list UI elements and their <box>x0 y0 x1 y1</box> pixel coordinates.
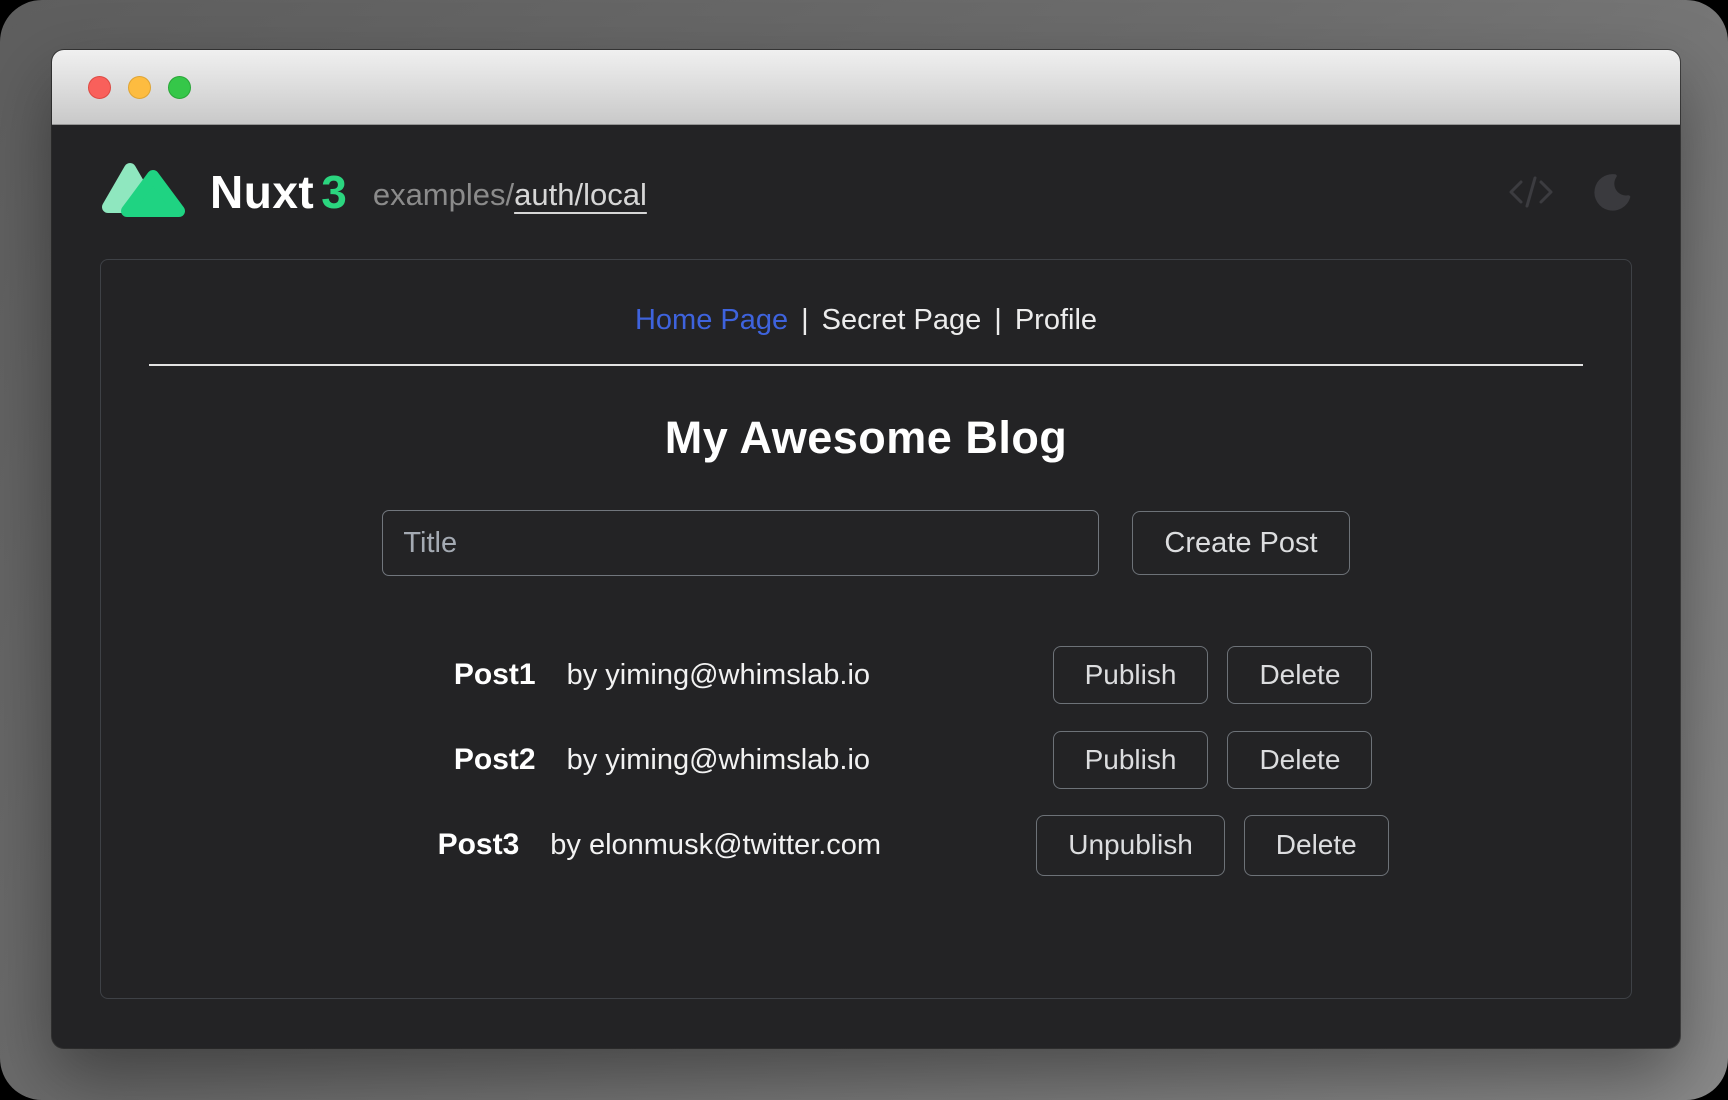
app-header: Nuxt 3 examples/auth/local <box>52 125 1680 259</box>
code-icon[interactable] <box>1508 174 1554 210</box>
create-post-form: Create Post <box>101 510 1631 576</box>
post-actions: Unpublish Delete <box>1036 815 1388 876</box>
post-author: by yiming@whimslab.io <box>567 659 903 692</box>
create-post-button[interactable]: Create Post <box>1132 511 1349 575</box>
minimize-button[interactable] <box>128 76 151 99</box>
traffic-lights <box>88 76 191 99</box>
nav-separator: | <box>994 304 1002 337</box>
breadcrumb-prefix: examples/ <box>373 177 514 212</box>
breadcrumb: examples/auth/local <box>373 177 647 213</box>
post-actions: Publish Delete <box>1053 646 1373 704</box>
post-row: Post2 by yiming@whimslab.io Publish Dele… <box>141 731 1671 789</box>
post-row: Post1 by yiming@whimslab.io Publish Dele… <box>141 646 1671 704</box>
post-name: Post2 <box>440 743 536 777</box>
post-name: Post1 <box>440 658 536 692</box>
delete-button[interactable]: Delete <box>1227 646 1372 704</box>
post-author: by elonmusk@twitter.com <box>550 829 886 862</box>
post-author: by yiming@whimslab.io <box>567 744 903 777</box>
page-title: My Awesome Blog <box>101 412 1631 464</box>
moon-icon[interactable] <box>1592 172 1632 212</box>
nav-separator: | <box>801 304 809 337</box>
screenshot-frame: Nuxt 3 examples/auth/local <box>0 0 1728 1100</box>
post-list: Post1 by yiming@whimslab.io Publish Dele… <box>141 646 1671 874</box>
nuxt-mountains-icon <box>100 161 192 223</box>
close-button[interactable] <box>88 76 111 99</box>
browser-window: Nuxt 3 examples/auth/local <box>52 50 1680 1048</box>
post-name: Post3 <box>423 828 519 862</box>
post-row: Post3 by elonmusk@twitter.com Unpublish … <box>141 816 1671 874</box>
nav-link-profile[interactable]: Profile <box>1015 304 1097 337</box>
post-actions: Publish Delete <box>1053 731 1373 789</box>
nav-divider <box>149 364 1583 366</box>
brand-name: Nuxt <box>210 165 314 219</box>
delete-button[interactable]: Delete <box>1244 815 1389 876</box>
title-input[interactable] <box>382 510 1099 576</box>
unpublish-button[interactable]: Unpublish <box>1036 815 1225 876</box>
breadcrumb-link[interactable]: auth/local <box>514 177 647 212</box>
titlebar[interactable] <box>52 50 1680 125</box>
header-icons <box>1508 172 1632 212</box>
nav-link-secret[interactable]: Secret Page <box>822 304 982 337</box>
nav-link-home[interactable]: Home Page <box>635 304 788 337</box>
zoom-button[interactable] <box>168 76 191 99</box>
publish-button[interactable]: Publish <box>1053 731 1209 789</box>
brand-version: 3 <box>321 165 347 219</box>
nuxt-logo[interactable]: Nuxt 3 <box>100 161 347 223</box>
page-nav: Home Page | Secret Page | Profile <box>101 304 1631 337</box>
delete-button[interactable]: Delete <box>1227 731 1372 789</box>
publish-button[interactable]: Publish <box>1053 646 1209 704</box>
main-panel: Home Page | Secret Page | Profile My Awe… <box>100 259 1632 999</box>
